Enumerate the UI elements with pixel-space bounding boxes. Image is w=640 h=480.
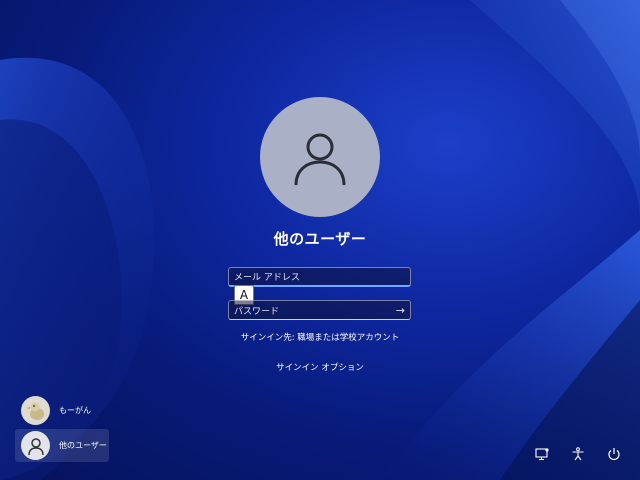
password-field[interactable]: パスワード → bbox=[228, 300, 411, 320]
power-icon[interactable] bbox=[606, 446, 622, 462]
submit-arrow-icon[interactable]: → bbox=[396, 304, 405, 317]
password-placeholder: パスワード bbox=[234, 306, 280, 317]
signin-options-link[interactable]: サインイン オプション bbox=[0, 361, 640, 373]
person-icon bbox=[21, 431, 50, 460]
signin-destination: サインイン先: 職場または学校アカウント bbox=[240, 333, 400, 343]
user-item-label: もーがん bbox=[59, 406, 91, 415]
duck-avatar bbox=[21, 396, 50, 425]
email-placeholder: メール アドレス bbox=[234, 273, 300, 283]
network-icon[interactable] bbox=[534, 446, 550, 462]
accessibility-icon[interactable] bbox=[570, 446, 586, 462]
user-switcher: もーがん 他のユーザー bbox=[15, 394, 109, 464]
username-title: 他のユーザー bbox=[273, 230, 367, 248]
user-avatar-large bbox=[260, 97, 380, 217]
user-item-label: 他のユーザー bbox=[59, 441, 107, 450]
person-icon bbox=[294, 133, 346, 186]
user-item-other[interactable]: 他のユーザー bbox=[15, 429, 109, 462]
user-item-morgan[interactable]: もーがん bbox=[15, 394, 109, 427]
system-tray bbox=[534, 446, 622, 462]
email-field[interactable]: メール アドレス bbox=[228, 267, 411, 287]
